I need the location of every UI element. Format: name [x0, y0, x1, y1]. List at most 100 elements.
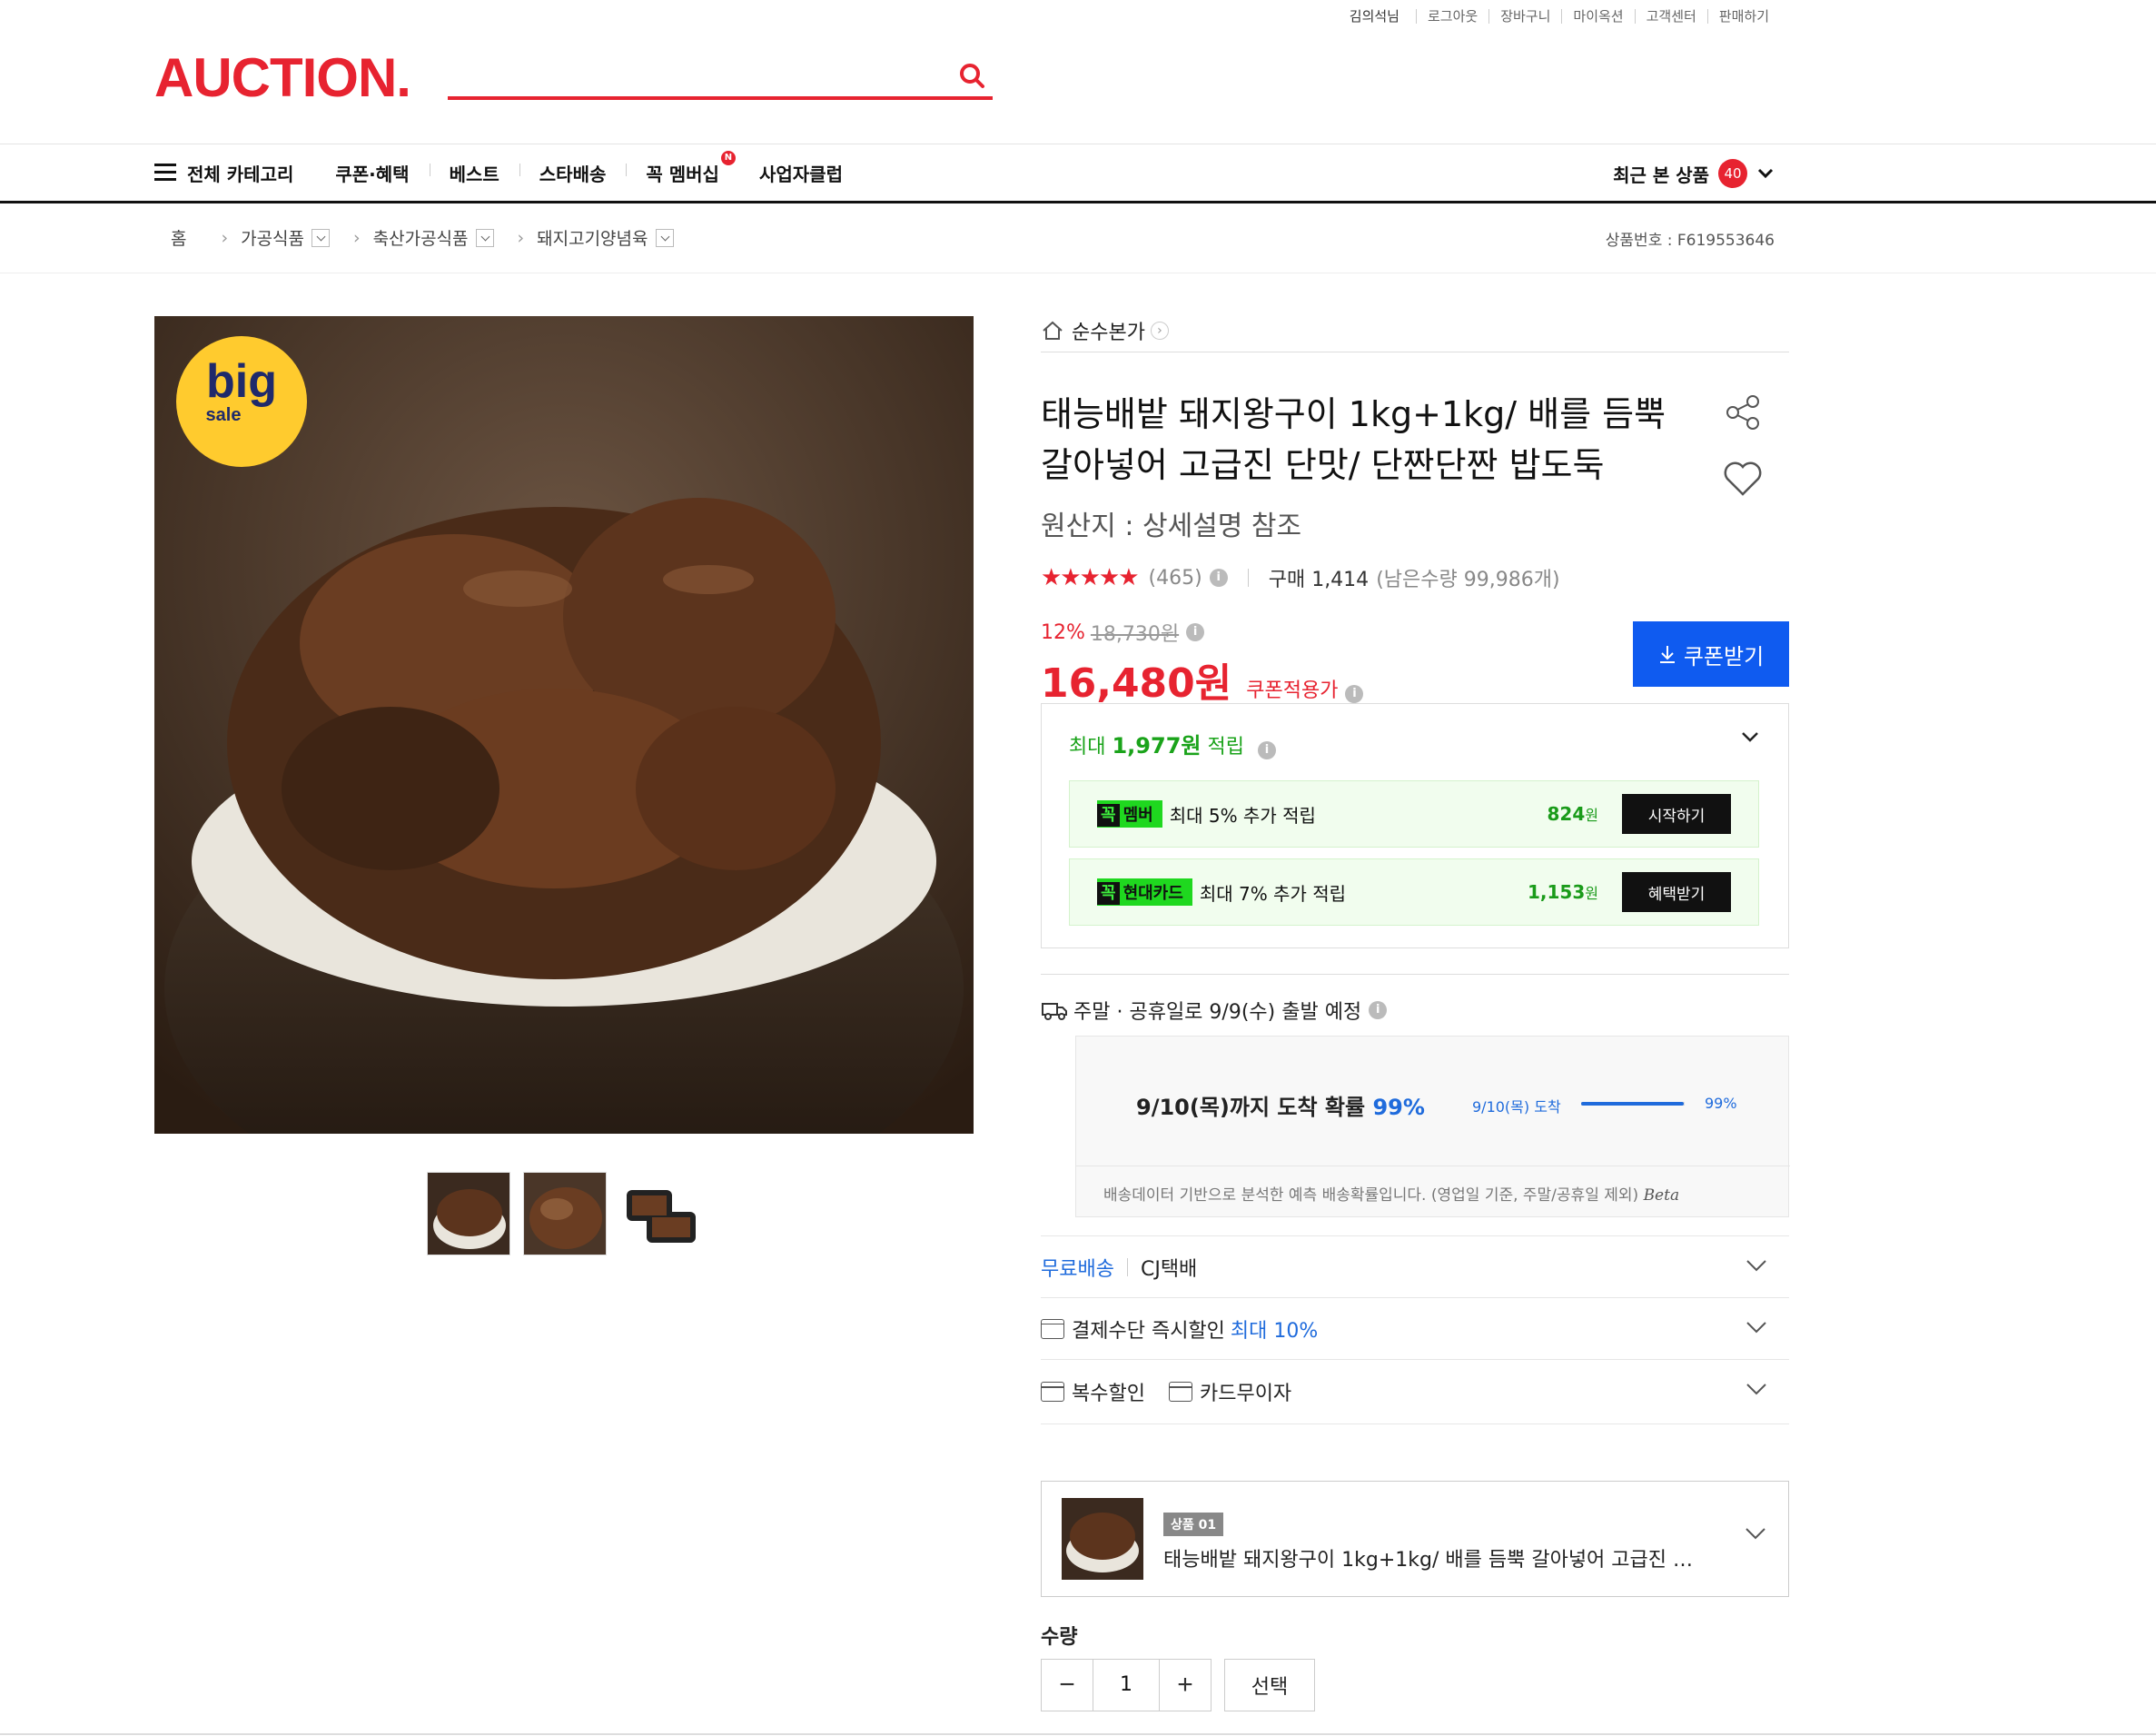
selected-product-thumbnail [1062, 1498, 1143, 1580]
rating-row: ★★★★★ (465) i 구매 1,414 (남은수량 99,986개) [1041, 563, 1789, 592]
original-price: 18,730원 [1090, 623, 1180, 646]
info-icon[interactable]: i [1209, 569, 1228, 587]
coupon-button-label: 쿠폰받기 [1683, 644, 1765, 670]
reward-row-amount-unit: 원 [1585, 807, 1598, 824]
breadcrumb-item[interactable]: 가공식품 [241, 225, 304, 250]
discount-rate: 12% [1041, 620, 1085, 644]
review-count[interactable]: (465) [1149, 567, 1202, 590]
free-shipping-label: 무료배송 [1041, 1257, 1114, 1281]
all-categories-button[interactable]: 전체 카테고리 [154, 160, 315, 186]
logout-link[interactable]: 로그아웃 [1415, 9, 1488, 24]
remaining-stock: (남은수량 99,986개) [1376, 569, 1560, 591]
chevron-down-icon[interactable] [1743, 1525, 1768, 1545]
chevron-right-icon: › [353, 227, 361, 248]
breadcrumb-home[interactable]: 홈 [171, 225, 186, 250]
delivery-probability-fill [1581, 1102, 1684, 1106]
nav-best[interactable]: 베스트 [429, 160, 519, 186]
nav-coupon[interactable]: 쿠폰·혜택 [315, 160, 429, 186]
quantity-value[interactable]: 1 [1093, 1660, 1160, 1711]
reward-prefix: 최대 [1069, 736, 1113, 759]
hyundai-card-badge: 꼭 현대카드 [1097, 878, 1192, 906]
divider [1041, 974, 1789, 975]
big-sale-badge-subtext: sale [205, 405, 242, 425]
reward-row-amount-unit: 원 [1585, 885, 1598, 902]
wishlist-heart-icon[interactable] [1722, 460, 1764, 501]
chevron-down-icon [1744, 1318, 1769, 1341]
chevron-down-icon[interactable] [1739, 729, 1761, 748]
reward-box: 최대 1,977원 적립 i 꼭 멤버 최대 5% 추가 적립 824원 시작하기… [1041, 703, 1789, 948]
breadcrumb: 홈 › 가공식품 › 축산가공식품 › 돼지고기양념육 [171, 225, 674, 250]
chevron-down-icon [1756, 163, 1775, 184]
decrease-button[interactable]: − [1042, 1660, 1093, 1711]
payment-discount-row[interactable]: 결제수단 즉시할인 최대 10% [1041, 1297, 1789, 1359]
membership-badge-k: 꼭 [1097, 804, 1120, 827]
all-categories-label: 전체 카테고리 [187, 163, 294, 185]
info-icon[interactable]: i [1345, 685, 1364, 703]
breadcrumb-item[interactable]: 축산가공식품 [373, 225, 469, 250]
info-icon[interactable]: i [1186, 623, 1205, 641]
delivery-probability-side-pct: 99% [1705, 1095, 1737, 1112]
sale-price: 16,480원 [1041, 660, 1232, 707]
membership-badge-label: 멤버 [1123, 806, 1153, 825]
customer-center-link[interactable]: 고객센터 [1634, 9, 1707, 24]
share-icon[interactable] [1724, 392, 1764, 436]
dropdown-icon[interactable] [655, 228, 674, 247]
dropdown-icon[interactable] [475, 228, 494, 247]
nav-business-club[interactable]: 사업자클럽 [739, 160, 863, 186]
recent-viewed-button[interactable]: 최근 본 상품 40 [1613, 159, 1775, 188]
membership-badge: 꼭 멤버 [1097, 800, 1162, 828]
delivery-probability-label: 9/10(목)까지 도착 확률 [1136, 1095, 1373, 1120]
multi-discount-label: 복수할인 [1072, 1383, 1145, 1405]
shipping-option-row[interactable]: 무료배송 CJ택배 [1041, 1235, 1789, 1297]
get-benefit-button[interactable]: 혜택받기 [1622, 872, 1731, 912]
delivery-date-label: 9/10(목) 도착 [1472, 1098, 1561, 1116]
coupon-price-note: 쿠폰적용가 [1246, 680, 1339, 702]
my-auction-link[interactable]: 마이옥션 [1561, 9, 1634, 24]
start-membership-button[interactable]: 시작하기 [1622, 794, 1731, 834]
quantity-select-button[interactable]: 선택 [1224, 1659, 1315, 1711]
search-icon[interactable] [956, 60, 989, 93]
thumbnail-2[interactable] [523, 1172, 607, 1255]
purchase-count: 구매 1,414 [1268, 569, 1370, 591]
reward-summary[interactable]: 최대 1,977원 적립 i [1069, 728, 1276, 759]
chevron-down-icon [1744, 1256, 1769, 1279]
thumbnail-3[interactable] [619, 1172, 703, 1255]
card-interest-label: 카드무이자 [1199, 1383, 1292, 1405]
selected-product-name: 태능배밭 돼지왕구이 1kg+1kg/ 배를 듬뿍 갈아넣어 고급진 단... [1163, 1549, 1708, 1572]
thumbnail-1[interactable] [427, 1172, 510, 1255]
product-main-image[interactable]: big sale [154, 316, 974, 1134]
dropdown-icon[interactable] [312, 228, 331, 247]
info-icon[interactable]: i [1257, 741, 1276, 759]
nav-star-delivery[interactable]: 스타배송 [519, 160, 627, 186]
nav-membership[interactable]: 꼭 멤버십 N [626, 150, 739, 186]
new-badge: N [720, 150, 736, 165]
store-link[interactable]: 순수본가 › [1041, 309, 1789, 352]
shipping-notice: 주말 · 공휴일로 9/9(수) 출발 예정 i [1041, 996, 1388, 1025]
multi-discount-row[interactable]: 복수할인 카드무이자 [1041, 1359, 1789, 1424]
sell-link[interactable]: 판매하기 [1706, 9, 1780, 24]
info-icon[interactable]: i [1369, 1001, 1388, 1019]
increase-button[interactable]: + [1160, 1660, 1211, 1711]
home-icon [1043, 321, 1063, 340]
store-name: 순수본가 [1072, 321, 1145, 344]
divider [1247, 569, 1249, 587]
search-input[interactable] [448, 56, 938, 93]
thumbnail-list [427, 1172, 703, 1255]
breadcrumb-item[interactable]: 돼지고기양념육 [537, 225, 648, 250]
rating-stars[interactable]: ★★★★★ [1041, 564, 1140, 591]
recent-count-badge: 40 [1718, 159, 1747, 188]
membership-reward-row: 꼭 멤버 최대 5% 추가 적립 824원 시작하기 [1069, 780, 1759, 848]
quantity-label: 수량 [1041, 1626, 1078, 1649]
download-coupon-button[interactable]: 쿠폰받기 [1633, 621, 1789, 687]
beta-label: Beta [1643, 1186, 1680, 1205]
delivery-probability-note: 배송데이터 기반으로 분석한 예측 배송확률입니다. (영업일 기준, 주말/공… [1103, 1182, 1679, 1205]
reward-amount: 1,977원 [1112, 733, 1202, 759]
cart-link[interactable]: 장바구니 [1488, 9, 1561, 24]
big-sale-badge-text: big [206, 355, 277, 408]
payment-discount-icon [1041, 1318, 1064, 1339]
delivery-note-text: 배송데이터 기반으로 분석한 예측 배송확률입니다. (영업일 기준, 주말/공… [1103, 1186, 1639, 1205]
selected-product-box[interactable]: 상품 01 태능배밭 돼지왕구이 1kg+1kg/ 배를 듬뿍 갈아넣어 고급진… [1041, 1481, 1789, 1597]
auction-logo[interactable]: AUCTION. [154, 51, 411, 105]
selected-product-tag: 상품 01 [1163, 1513, 1224, 1536]
chevron-right-icon: › [517, 227, 525, 248]
